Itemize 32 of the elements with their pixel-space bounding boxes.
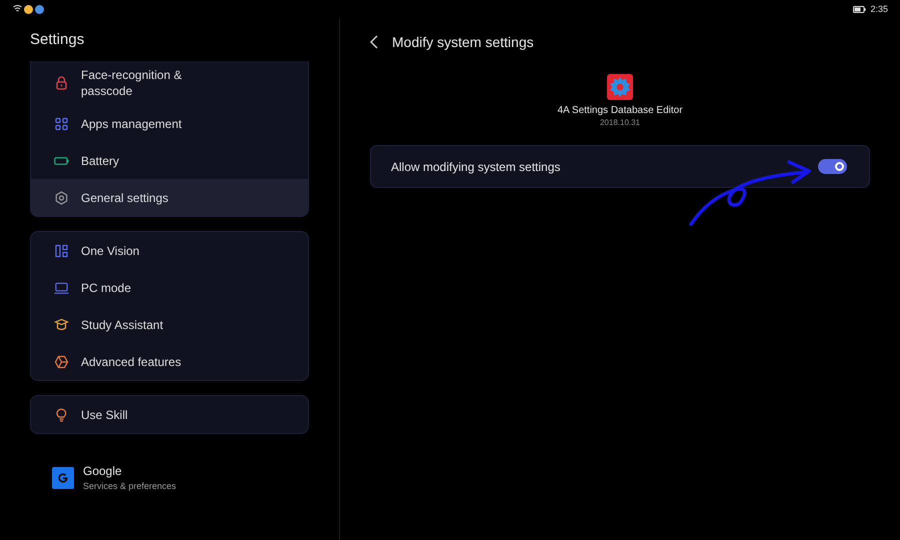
settings-icon: [54, 190, 69, 204]
laptop-icon: [54, 280, 69, 294]
grid-icon: [54, 116, 69, 130]
back-button[interactable]: [370, 35, 378, 49]
wifi-icon: [13, 5, 22, 13]
sidebar-title: Settings: [30, 30, 86, 50]
settings-item[interactable]: One Vision: [31, 232, 308, 269]
settings-item[interactable]: Study Assistant: [31, 306, 308, 343]
account-subtitle: Services & preferences: [83, 481, 176, 491]
settings-item[interactable]: Use Skill: [31, 396, 308, 433]
clock: 2:35: [870, 4, 888, 14]
app-name: 4A Settings Database Editor: [557, 105, 683, 116]
lightbulb-icon: [54, 408, 69, 422]
page-title: Modify system settings: [392, 34, 534, 50]
settings-item[interactable]: PC mode: [31, 269, 308, 306]
app-version: 2018.10.31: [600, 118, 640, 127]
settings-item[interactable]: Apps management: [31, 105, 308, 142]
lock-icon: [54, 76, 69, 90]
google-icon: [52, 466, 74, 488]
settings-item[interactable]: Battery: [31, 142, 308, 179]
settings-item[interactable]: General settings: [31, 179, 308, 216]
account-title: Google: [83, 464, 123, 478]
settings-item[interactable]: Advanced features: [31, 343, 308, 380]
app-icon: [607, 74, 633, 100]
graduation-cap-icon: [54, 318, 69, 332]
settings-item[interactable]: Face-recognition & passcode: [31, 61, 308, 105]
account-item[interactable]: Google Services & preferences: [30, 448, 309, 507]
setting-label: Allow modifying system settings: [391, 160, 560, 174]
cube-icon: [54, 354, 69, 368]
toggle-switch[interactable]: [818, 159, 847, 174]
battery-icon: [853, 6, 866, 12]
split-screen-icon: [54, 244, 69, 258]
